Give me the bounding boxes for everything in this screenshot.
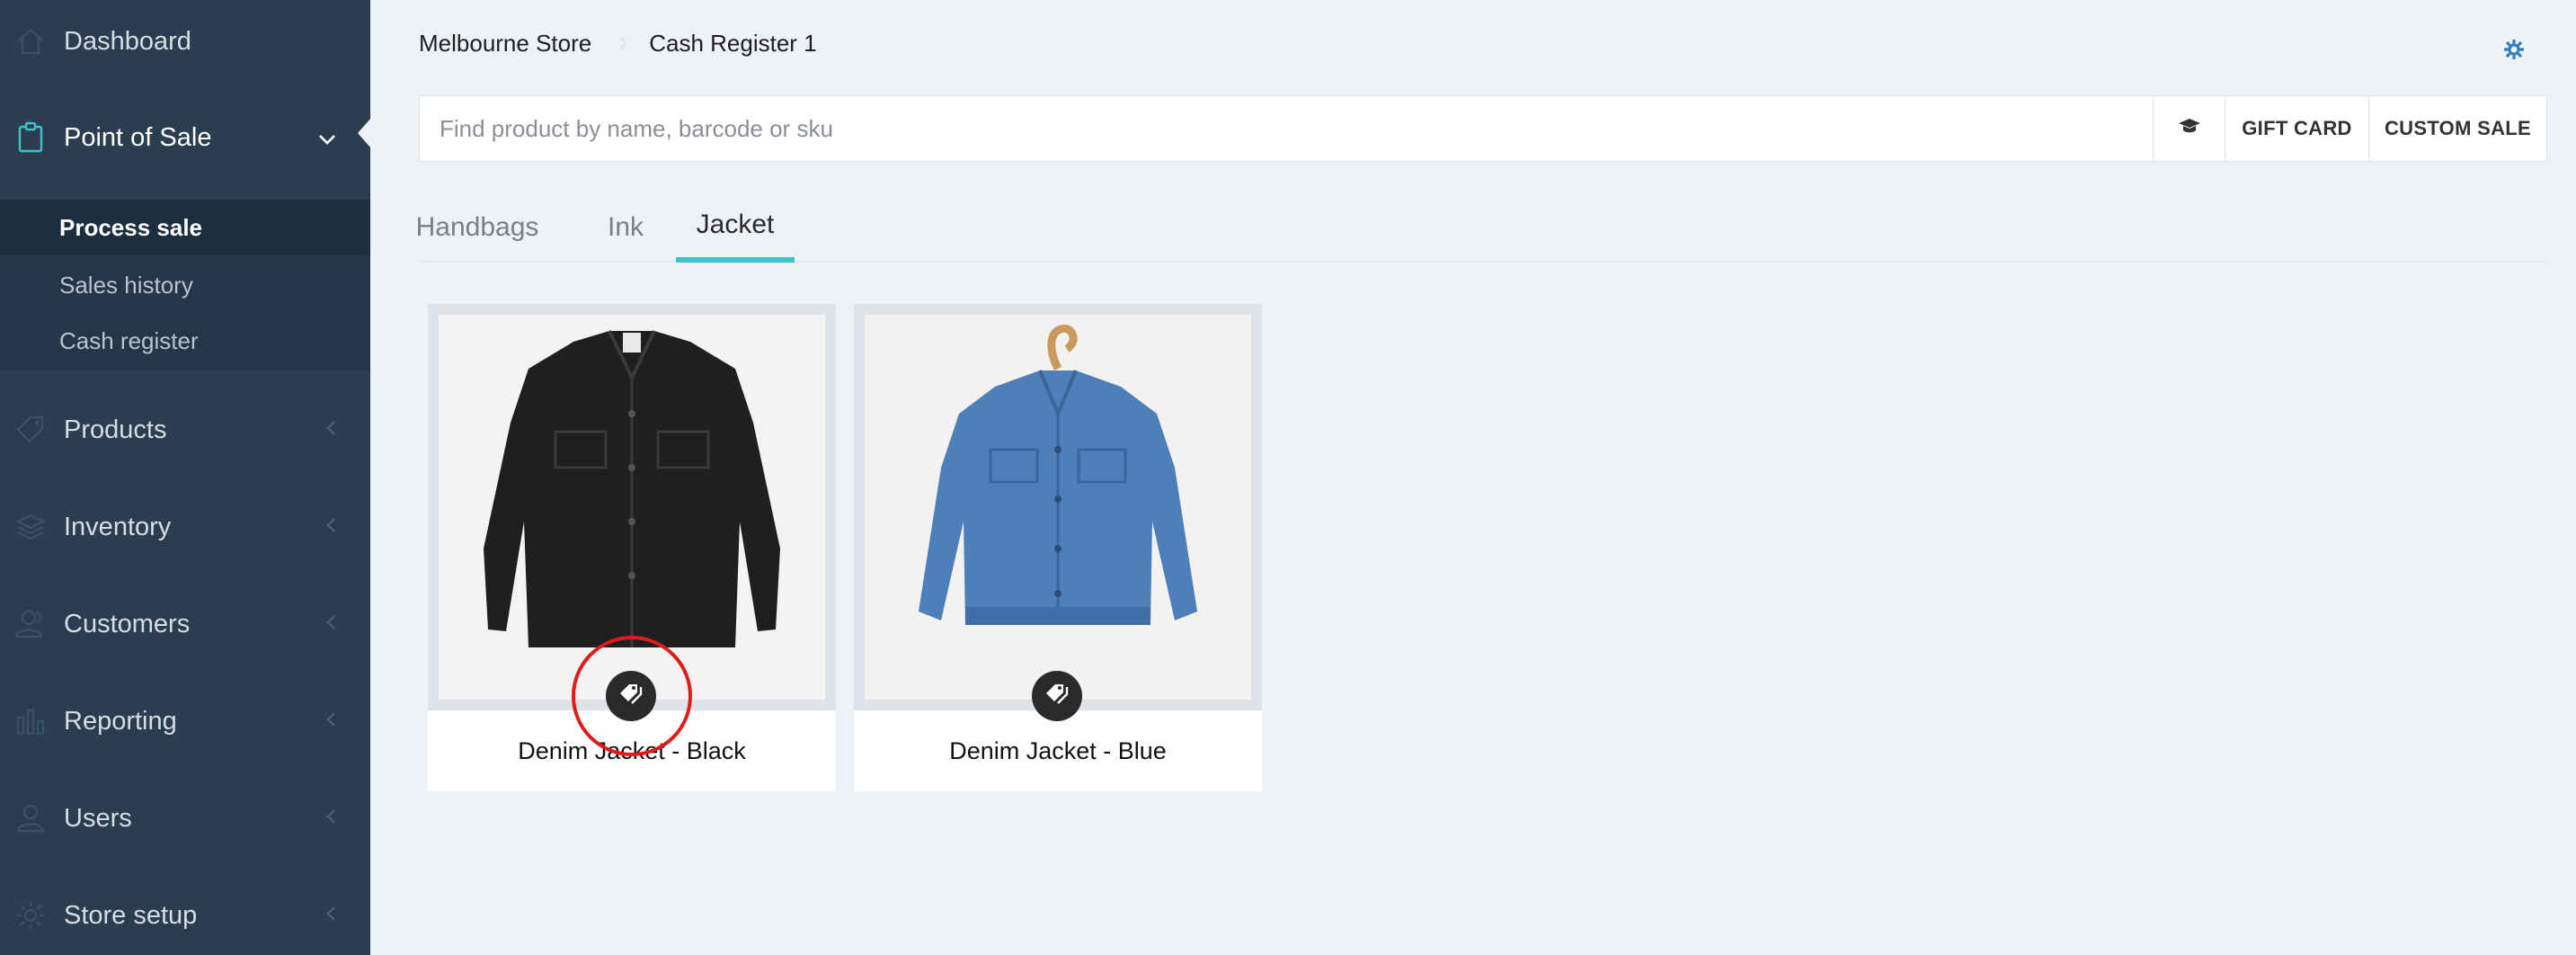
- tab-jacket[interactable]: Jacket: [676, 192, 795, 263]
- sidebar-item-inventory[interactable]: Inventory: [0, 495, 370, 558]
- tags-icon: [1044, 683, 1070, 710]
- product-image: [865, 315, 1251, 700]
- sidebar-subitem-label: Process sale: [59, 213, 203, 241]
- sidebar-item-label: Point of Sale: [64, 122, 212, 152]
- home-icon: [13, 23, 49, 59]
- category-tabs: Handbags Ink Jacket: [416, 192, 2547, 263]
- settings-gear-icon[interactable]: [2502, 38, 2526, 61]
- product-image-frame: [428, 304, 836, 710]
- sidebar-item-label: Inventory: [64, 512, 172, 541]
- clipboard-icon: [13, 120, 49, 156]
- chevron-right-icon: [615, 36, 628, 50]
- chevron-left-icon: [325, 417, 336, 442]
- tab-ink[interactable]: Ink: [599, 192, 653, 263]
- sidebar-item-products[interactable]: Products: [0, 398, 370, 461]
- graduation-cap-icon: [2178, 117, 2201, 140]
- sidebar-item-label: Store setup: [64, 900, 198, 930]
- active-pointer: [358, 118, 371, 148]
- training-mode-button[interactable]: [2153, 96, 2225, 161]
- chevron-left-icon: [325, 514, 336, 540]
- chevron-left-icon: [325, 903, 336, 928]
- product-name: Denim Jacket - Blue: [949, 736, 1167, 764]
- product-search-bar: GIFT CARD CUSTOM SALE: [419, 95, 2547, 162]
- sidebar-item-reporting[interactable]: Reporting: [0, 690, 370, 753]
- point-of-sale-submenu: Process sale Sales history Cash register: [0, 200, 370, 370]
- product-name: Denim Jacket - Black: [518, 736, 746, 764]
- sidebar-item-label: Customers: [64, 609, 191, 638]
- sidebar-item-label: Dashboard: [64, 26, 191, 56]
- sidebar-item-point-of-sale[interactable]: Point of Sale: [0, 106, 370, 169]
- sidebar-subitem-process-sale[interactable]: Process sale: [0, 200, 370, 255]
- custom-sale-button[interactable]: CUSTOM SALE: [2368, 96, 2546, 161]
- chevron-left-icon: [325, 806, 336, 831]
- product-card[interactable]: Denim Jacket - Black: [428, 304, 836, 791]
- chevron-down-icon: [318, 124, 336, 152]
- sidebar-subitem-label: Cash register: [59, 326, 199, 354]
- layers-icon: [13, 509, 49, 545]
- gear-icon: [13, 897, 49, 933]
- search-input[interactable]: [420, 96, 2153, 161]
- user-icon: [13, 800, 49, 836]
- tab-handbags[interactable]: Handbags: [416, 192, 539, 263]
- sidebar-item-store-setup[interactable]: Store setup: [0, 884, 370, 947]
- tag-icon: [13, 412, 49, 448]
- sidebar-subitem-label: Sales history: [59, 271, 193, 299]
- sidebar-subitem-sales-history[interactable]: Sales history: [0, 257, 370, 313]
- breadcrumb-store[interactable]: Melbourne Store: [419, 30, 591, 58]
- chevron-left-icon: [325, 611, 336, 637]
- product-card[interactable]: Denim Jacket - Blue: [854, 304, 1262, 791]
- product-image-frame: [854, 304, 1262, 710]
- sidebar-item-label: Users: [64, 803, 132, 833]
- sidebar-item-customers[interactable]: Customers: [0, 593, 370, 656]
- tags-icon: [617, 683, 644, 710]
- breadcrumb-register[interactable]: Cash Register 1: [649, 30, 816, 58]
- breadcrumb: Melbourne Store Cash Register 1: [419, 27, 817, 59]
- sidebar-item-label: Reporting: [64, 706, 177, 736]
- gift-card-button[interactable]: GIFT CARD: [2225, 96, 2368, 161]
- sidebar-subitem-cash-register[interactable]: Cash register: [0, 313, 370, 369]
- customers-icon: [13, 606, 49, 642]
- sidebar-item-dashboard[interactable]: Dashboard: [0, 10, 370, 73]
- sidebar: Dashboard Point of Sale Process sale Sal…: [0, 0, 371, 955]
- sidebar-item-label: Products: [64, 415, 167, 444]
- sidebar-item-users[interactable]: Users: [0, 787, 370, 850]
- chevron-left-icon: [325, 709, 336, 734]
- product-image: [439, 315, 825, 700]
- bar-chart-icon: [13, 703, 49, 739]
